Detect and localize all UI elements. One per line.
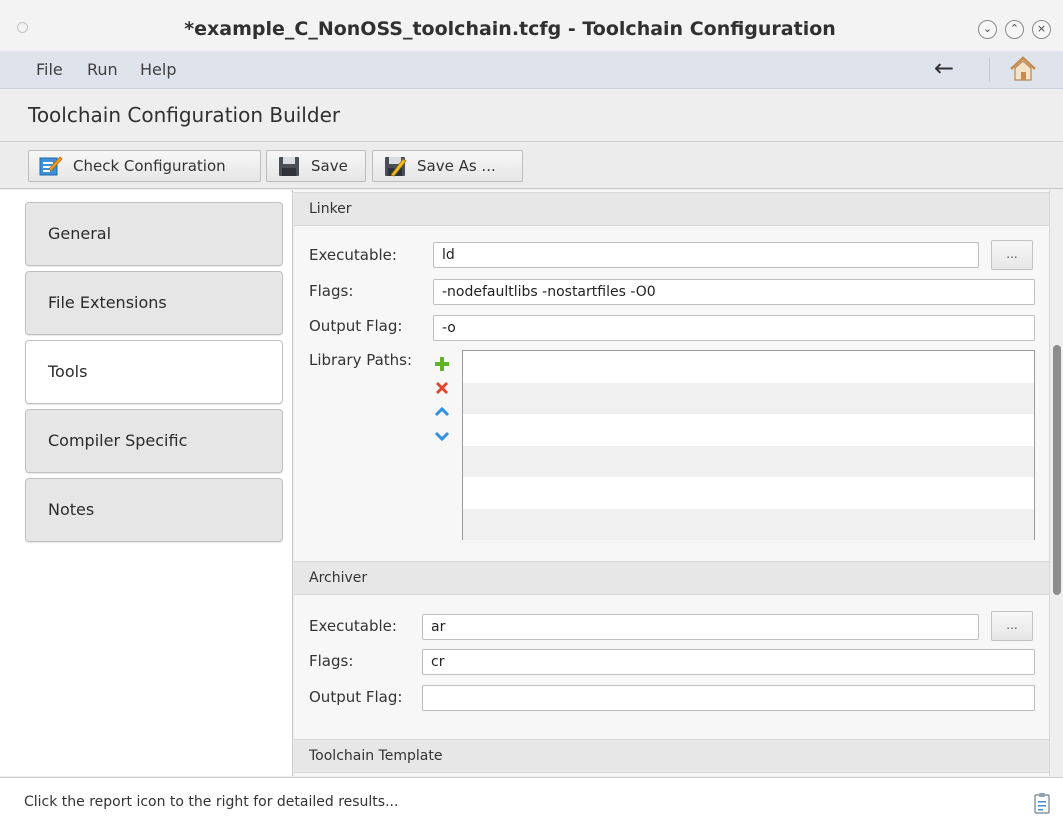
move-down-icon[interactable] bbox=[434, 428, 450, 444]
move-up-icon[interactable] bbox=[434, 404, 450, 420]
list-item[interactable] bbox=[463, 351, 1034, 383]
linker-flags-label: Flags: bbox=[309, 282, 354, 300]
menu-separator bbox=[989, 58, 990, 82]
maximize-button[interactable]: ⌃ bbox=[1005, 20, 1024, 39]
save-as-label: Save As ... bbox=[417, 157, 496, 175]
sidebar-item-general[interactable]: General bbox=[25, 202, 283, 266]
vertical-scrollbar[interactable] bbox=[1049, 190, 1063, 776]
archiver-output-flag-input[interactable] bbox=[422, 685, 1035, 711]
menu-bar: File Run Help ← bbox=[0, 51, 1063, 89]
status-message: Click the report icon to the right for d… bbox=[24, 794, 399, 810]
save-as-icon bbox=[385, 157, 407, 177]
archiver-flags-input[interactable]: cr bbox=[422, 649, 1035, 675]
save-icon bbox=[279, 157, 299, 176]
list-item[interactable] bbox=[463, 445, 1034, 477]
add-icon[interactable] bbox=[434, 356, 450, 372]
linker-section-header: Linker bbox=[294, 192, 1049, 226]
archiver-executable-input[interactable]: ar bbox=[422, 614, 979, 640]
archiver-flags-label: Flags: bbox=[309, 652, 354, 670]
linker-output-flag-label: Output Flag: bbox=[309, 317, 403, 335]
library-paths-list[interactable] bbox=[462, 350, 1035, 540]
list-item[interactable] bbox=[463, 414, 1034, 446]
menu-file[interactable]: File bbox=[36, 60, 63, 79]
menu-run[interactable]: Run bbox=[87, 60, 118, 79]
save-button[interactable]: Save bbox=[266, 150, 366, 182]
scrollbar-thumb[interactable] bbox=[1053, 345, 1061, 595]
check-configuration-icon bbox=[39, 156, 63, 176]
check-configuration-label: Check Configuration bbox=[73, 157, 226, 175]
toolchain-template-section-header: Toolchain Template bbox=[294, 739, 1049, 773]
check-configuration-button[interactable]: Check Configuration bbox=[28, 150, 261, 182]
list-item[interactable] bbox=[463, 382, 1034, 414]
sidebar-item-tools[interactable]: Tools bbox=[25, 340, 283, 404]
sidebar-item-file-extensions[interactable]: File Extensions bbox=[25, 271, 283, 335]
report-icon[interactable] bbox=[1034, 792, 1050, 814]
window-title: *example_C_NonOSS_toolchain.tcfg - Toolc… bbox=[184, 18, 836, 40]
sidebar-item-notes[interactable]: Notes bbox=[25, 478, 283, 542]
archiver-executable-browse-button[interactable]: ... bbox=[991, 611, 1033, 641]
arrow-left-icon[interactable]: ← bbox=[934, 54, 954, 82]
status-bar: Click the report icon to the right for d… bbox=[0, 777, 1063, 827]
archiver-output-flag-label: Output Flag: bbox=[309, 688, 403, 706]
toolbar: Check Configuration Save Save As ... bbox=[0, 143, 1063, 189]
linker-executable-label: Executable: bbox=[309, 246, 397, 264]
page-title: Toolchain Configuration Builder bbox=[28, 103, 341, 127]
page-heading: Toolchain Configuration Builder bbox=[0, 90, 1063, 142]
close-button[interactable]: × bbox=[1032, 20, 1051, 39]
window-titlebar: *example_C_NonOSS_toolchain.tcfg - Toolc… bbox=[0, 0, 1063, 58]
linker-executable-input[interactable]: ld bbox=[433, 242, 979, 268]
save-as-button[interactable]: Save As ... bbox=[372, 150, 523, 182]
archiver-section-header: Archiver bbox=[294, 561, 1049, 595]
library-paths-label: Library Paths: bbox=[309, 351, 413, 369]
linker-executable-browse-button[interactable]: ... bbox=[991, 240, 1033, 270]
home-icon[interactable] bbox=[1008, 55, 1038, 83]
linker-output-flag-input[interactable]: -o bbox=[433, 315, 1035, 341]
menu-help[interactable]: Help bbox=[140, 60, 176, 79]
minimize-button[interactable]: ⌄ bbox=[978, 20, 997, 39]
list-item[interactable] bbox=[463, 508, 1034, 540]
remove-icon[interactable] bbox=[434, 380, 450, 396]
save-label: Save bbox=[311, 157, 348, 175]
linker-flags-input[interactable]: -nodefaultlibs -nostartfiles -O0 bbox=[433, 279, 1035, 305]
sidebar: General File Extensions Tools Compiler S… bbox=[0, 190, 293, 776]
sidebar-item-compiler-specific[interactable]: Compiler Specific bbox=[25, 409, 283, 473]
archiver-executable-label: Executable: bbox=[309, 617, 397, 635]
tools-panel: Linker Executable: ld ... Flags: -nodefa… bbox=[294, 190, 1049, 776]
list-item[interactable] bbox=[463, 477, 1034, 509]
